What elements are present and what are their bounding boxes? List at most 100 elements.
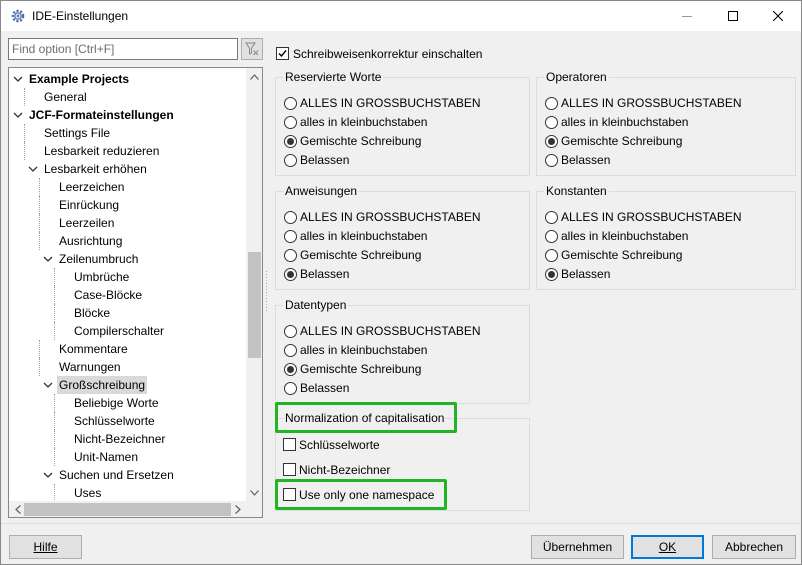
- radio-button[interactable]: [545, 249, 558, 262]
- tree-item[interactable]: Beliebige Worte: [9, 394, 246, 412]
- chevron-down-icon[interactable]: [28, 164, 38, 174]
- scroll-right-icon[interactable]: [229, 501, 246, 517]
- radio-button[interactable]: [284, 363, 297, 376]
- settings-tree: Example Projects General JCF-Formateinstel…: [8, 67, 263, 518]
- clear-filter-button[interactable]: [241, 38, 263, 60]
- close-button[interactable]: [755, 1, 801, 31]
- radio-button[interactable]: [284, 382, 297, 395]
- splitter-handle[interactable]: [265, 271, 268, 311]
- search-input[interactable]: [9, 39, 237, 59]
- tree-connector: [54, 304, 55, 322]
- tree-viewport: Example Projects General JCF-Formateinstel…: [9, 68, 246, 501]
- tree-item-label: Case-Blöcke: [74, 288, 143, 302]
- radio-button[interactable]: [284, 249, 297, 262]
- tree-item[interactable]: Schlüsselworte: [9, 412, 246, 430]
- radio-button[interactable]: [284, 344, 297, 357]
- tree-item-label: Example Projects: [29, 72, 130, 86]
- radio-button[interactable]: [284, 154, 297, 167]
- tree-item[interactable]: Case-Blöcke: [9, 286, 246, 304]
- radio-button[interactable]: [545, 154, 558, 167]
- non-identifiers-checkbox[interactable]: [283, 463, 296, 476]
- radio-button[interactable]: [284, 211, 297, 224]
- radio-label: ALLES IN GROSSBUCHSTABEN: [300, 96, 481, 110]
- tree-item-label: Lesbarkeit reduzieren: [44, 144, 160, 158]
- radio-button[interactable]: [284, 116, 297, 129]
- radio-button[interactable]: [545, 116, 558, 129]
- cancel-button[interactable]: Abbrechen: [712, 535, 796, 559]
- tree-item[interactable]: Umbrüche: [9, 268, 246, 286]
- scrollbar-thumb[interactable]: [24, 503, 231, 516]
- tree-item[interactable]: Leerzeilen: [9, 214, 246, 232]
- apply-button[interactable]: Übernehmen: [531, 535, 624, 559]
- tree-item[interactable]: Blöcke: [9, 304, 246, 322]
- radio-label: ALLES IN GROSSBUCHSTABEN: [561, 210, 742, 224]
- scroll-up-icon[interactable]: [246, 68, 262, 85]
- tree-item[interactable]: Zeilenumbruch: [9, 250, 246, 268]
- horizontal-scrollbar[interactable]: [9, 501, 246, 517]
- radio-button[interactable]: [545, 268, 558, 281]
- tree-item[interactable]: Example Projects: [9, 70, 246, 88]
- tree-item[interactable]: Compilerschalter: [9, 322, 246, 340]
- tree-item[interactable]: Warnungen: [9, 358, 246, 376]
- help-button[interactable]: Hilfe: [9, 535, 82, 559]
- radio-label: ALLES IN GROSSBUCHSTABEN: [561, 96, 742, 110]
- tree-item-label: Beliebige Worte: [74, 396, 159, 410]
- chevron-down-icon[interactable]: [13, 110, 23, 120]
- tree-item-label: Umbrüche: [74, 270, 130, 284]
- tree-item[interactable]: Lesbarkeit reduzieren: [9, 142, 246, 160]
- chevron-down-icon[interactable]: [43, 470, 53, 480]
- scrollbar-thumb[interactable]: [248, 252, 261, 358]
- radio-button[interactable]: [284, 268, 297, 281]
- tree-item[interactable]: General: [9, 88, 246, 106]
- group-title: Operatoren: [544, 70, 609, 84]
- tree-item[interactable]: Ausrichtung: [9, 232, 246, 250]
- chevron-down-icon[interactable]: [13, 74, 23, 84]
- minimize-icon: [682, 16, 692, 17]
- group-title: Konstanten: [544, 184, 609, 198]
- tree-connector: [39, 232, 40, 250]
- radio-button[interactable]: [545, 230, 558, 243]
- chevron-down-icon[interactable]: [43, 254, 53, 264]
- single-namespace-checkbox[interactable]: [283, 488, 296, 501]
- tree-connector: [54, 484, 55, 501]
- tree-item-label: Kommentare: [59, 342, 128, 356]
- radio-selected-dot: [287, 271, 294, 278]
- non-identifiers-label: Nicht-Bezeichner: [299, 463, 391, 477]
- vertical-scrollbar[interactable]: [246, 68, 262, 501]
- radio-label: alles in kleinbuchstaben: [300, 115, 428, 129]
- radio-button[interactable]: [545, 211, 558, 224]
- radio-button[interactable]: [545, 135, 558, 148]
- radio-label: Belassen: [300, 153, 350, 167]
- tree-item[interactable]: Unit-Namen: [9, 448, 246, 466]
- tree-item[interactable]: Nicht-Bezeichner: [9, 430, 246, 448]
- tree-item[interactable]: Großschreibung: [9, 376, 246, 394]
- tree-item[interactable]: Uses: [9, 484, 246, 501]
- radio-button[interactable]: [545, 97, 558, 110]
- scrollbar-corner: [246, 501, 262, 517]
- tree-item[interactable]: Settings File: [9, 124, 246, 142]
- filter-clear-icon: [245, 42, 259, 56]
- tree-item[interactable]: Kommentare: [9, 340, 246, 358]
- maximize-button[interactable]: [710, 1, 756, 31]
- ok-button[interactable]: OK: [631, 535, 704, 559]
- radio-button[interactable]: [284, 97, 297, 110]
- tree-item-label: Unit-Namen: [74, 450, 139, 464]
- enable-correction-checkbox[interactable]: [276, 47, 289, 60]
- tree-item[interactable]: Lesbarkeit erhöhen: [9, 160, 246, 178]
- radio-label: Gemischte Schreibung: [300, 248, 422, 262]
- chevron-down-icon[interactable]: [43, 380, 53, 390]
- tree-item-label: Zeilenumbruch: [59, 252, 139, 266]
- tree-item[interactable]: Suchen und Ersetzen: [9, 466, 246, 484]
- radio-button[interactable]: [284, 135, 297, 148]
- tree-item[interactable]: Leerzeichen: [9, 178, 246, 196]
- group-title: Reservierte Worte: [283, 70, 384, 84]
- radio-button[interactable]: [284, 230, 297, 243]
- tree-item[interactable]: Einrückung: [9, 196, 246, 214]
- tree-item[interactable]: JCF-Formateinstellungen: [9, 106, 246, 124]
- keywords-checkbox[interactable]: [283, 438, 296, 451]
- scroll-down-icon[interactable]: [246, 484, 262, 501]
- settings-dialog: IDE-Einstellungen Example Projects Genera…: [0, 0, 802, 565]
- close-icon: [773, 11, 783, 21]
- radio-button[interactable]: [284, 325, 297, 338]
- minimize-button[interactable]: [664, 1, 710, 31]
